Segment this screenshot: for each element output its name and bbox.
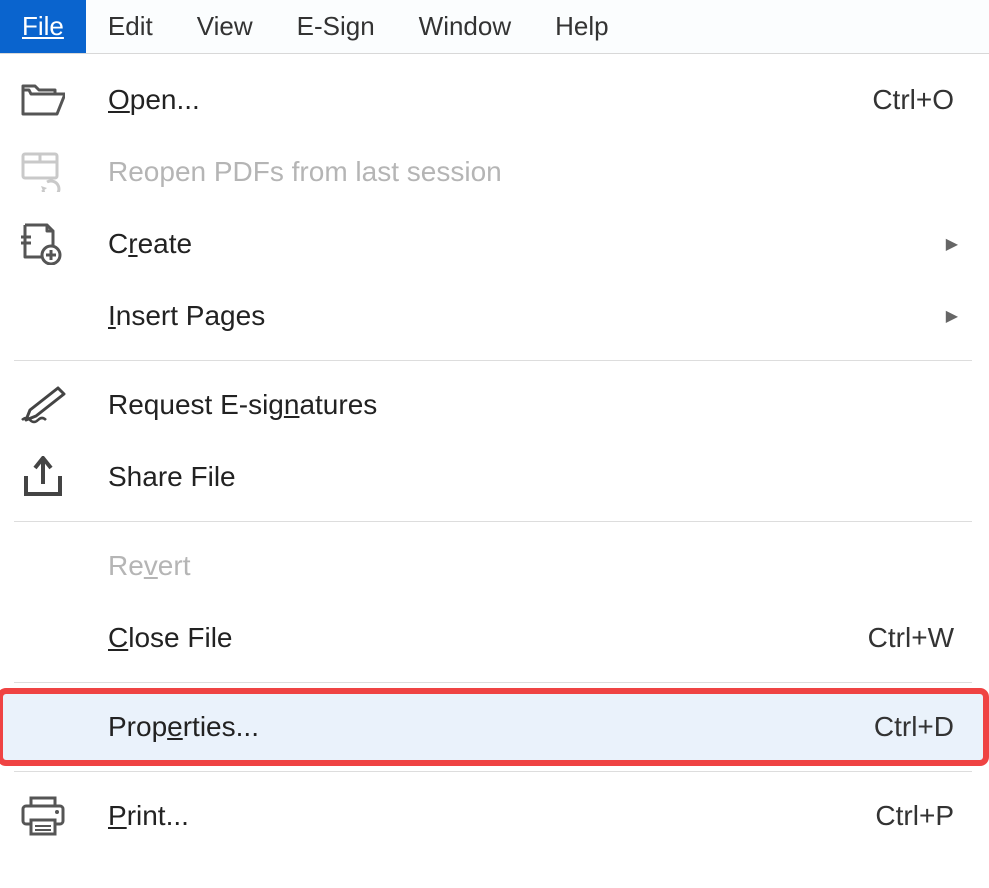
menu-item-label: Create — [108, 228, 942, 260]
menu-item-revert: Revert — [0, 530, 986, 602]
print-icon — [14, 792, 72, 840]
reopen-icon — [14, 148, 72, 196]
menubar-item-edit[interactable]: Edit — [86, 0, 175, 53]
pen-signature-icon — [14, 381, 72, 429]
menu-item-label: Open... — [108, 84, 872, 116]
menu-item-properties[interactable]: Properties... Ctrl+D — [0, 691, 986, 763]
blank-icon — [14, 292, 72, 340]
blank-icon — [14, 542, 72, 590]
menu-separator — [14, 771, 972, 772]
file-menu-dropdown: Open... Ctrl+O Reopen PDFs from last ses… — [0, 54, 986, 852]
menubar-item-view[interactable]: View — [175, 0, 275, 53]
menubar: File Edit View E-Sign Window Help — [0, 0, 989, 54]
menu-item-open[interactable]: Open... Ctrl+O — [0, 64, 986, 136]
menubar-item-esign[interactable]: E-Sign — [275, 0, 397, 53]
menu-item-label: Close File — [108, 622, 868, 654]
menu-item-label: Share File — [108, 461, 958, 493]
blank-icon — [14, 703, 72, 751]
shortcut-text: Ctrl+O — [872, 84, 954, 116]
menu-item-label: Revert — [108, 550, 958, 582]
menu-item-label: Print... — [108, 800, 875, 832]
menubar-item-help[interactable]: Help — [533, 0, 630, 53]
file-create-icon — [14, 220, 72, 268]
menu-item-close-file[interactable]: Close File Ctrl+W — [0, 602, 986, 674]
folder-open-icon — [14, 76, 72, 124]
share-upload-icon — [14, 453, 72, 501]
shortcut-text: Ctrl+W — [868, 622, 954, 654]
menubar-item-file[interactable]: File — [0, 0, 86, 53]
blank-icon — [14, 614, 72, 662]
shortcut-text: Ctrl+P — [875, 800, 954, 832]
shortcut-text: Ctrl+D — [874, 711, 954, 743]
menu-item-request-signatures[interactable]: Request E-signatures — [0, 369, 986, 441]
menu-item-share-file[interactable]: Share File — [0, 441, 986, 513]
menu-item-label: Insert Pages — [108, 300, 942, 332]
menu-item-create[interactable]: Create ▶ — [0, 208, 986, 280]
chevron-right-icon: ▶ — [942, 234, 958, 254]
menu-item-label: Properties... — [108, 711, 874, 743]
menu-item-label: Request E-signatures — [108, 389, 958, 421]
menu-item-reopen: Reopen PDFs from last session — [0, 136, 986, 208]
menu-separator — [14, 360, 972, 361]
menubar-item-window[interactable]: Window — [397, 0, 533, 53]
menu-separator — [14, 682, 972, 683]
chevron-right-icon: ▶ — [942, 306, 958, 326]
menu-item-label: Reopen PDFs from last session — [108, 156, 958, 188]
menu-item-insert-pages[interactable]: Insert Pages ▶ — [0, 280, 986, 352]
menu-item-print[interactable]: Print... Ctrl+P — [0, 780, 986, 852]
menu-separator — [14, 521, 972, 522]
